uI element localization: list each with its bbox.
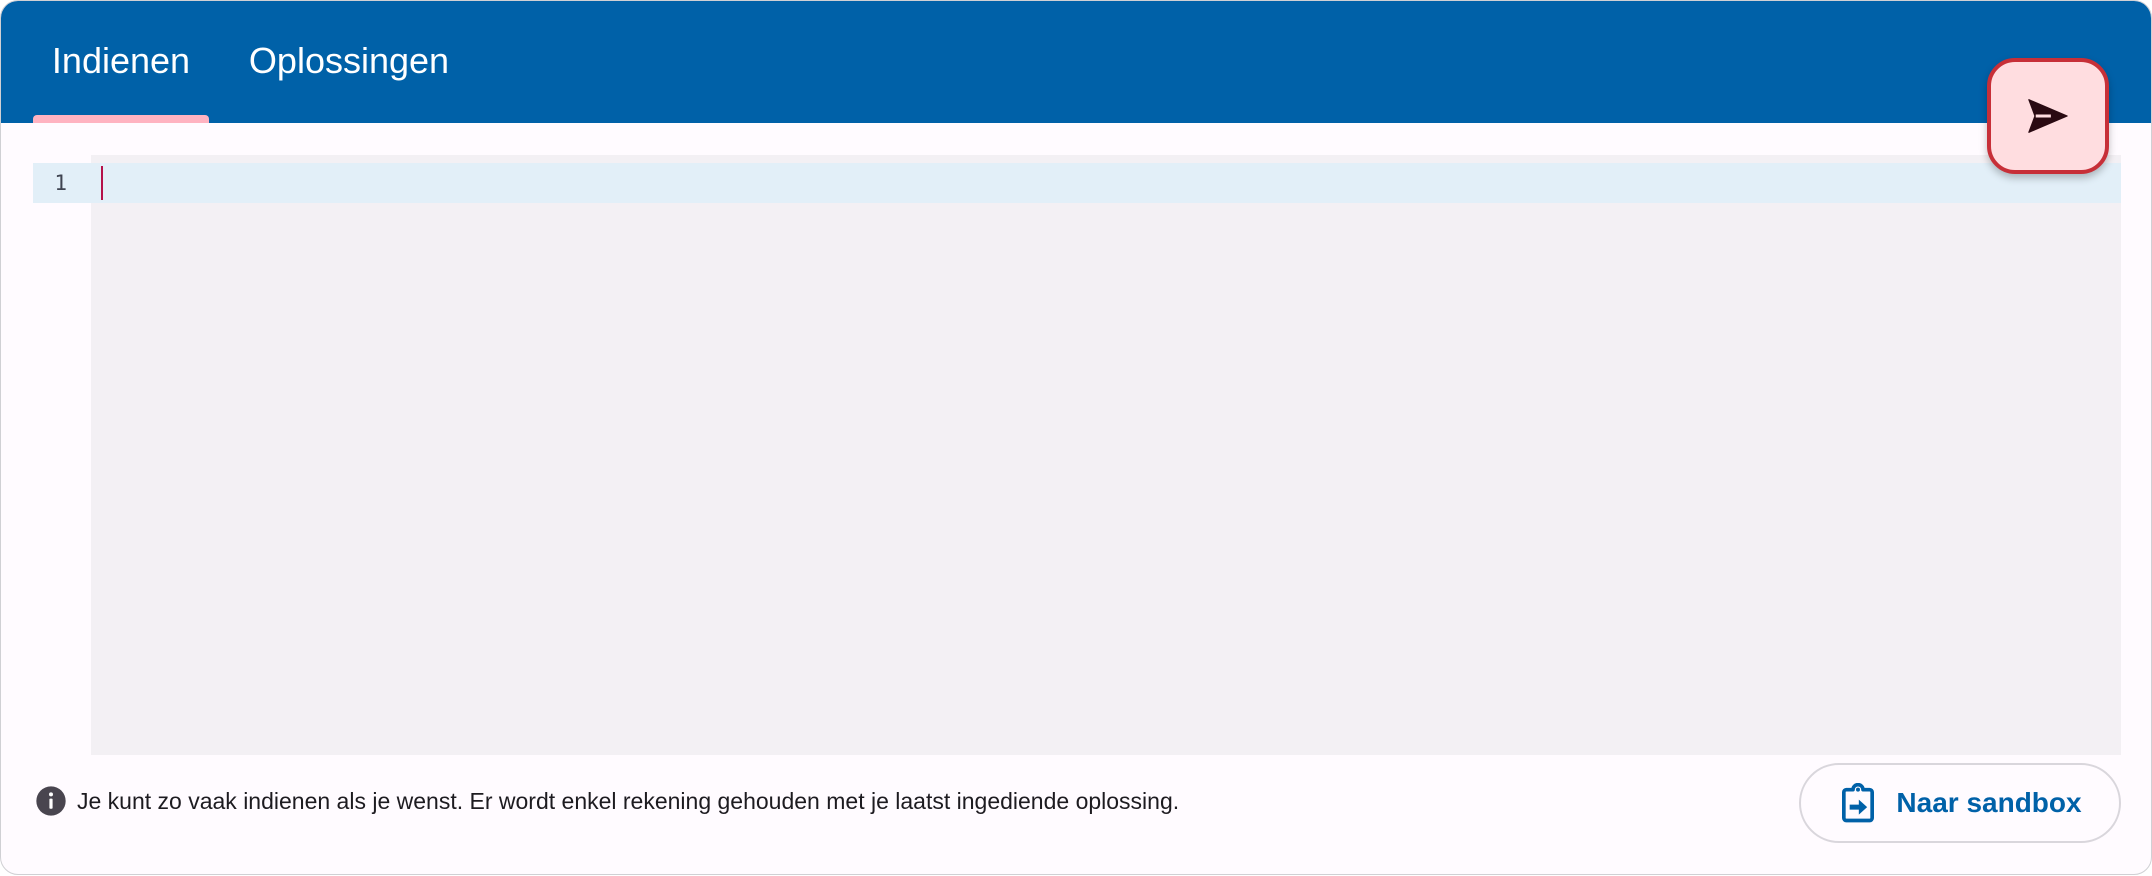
send-icon — [2028, 99, 2068, 133]
naar-sandbox-button[interactable]: Naar sandbox — [1799, 763, 2121, 843]
submit-button[interactable] — [1987, 58, 2109, 174]
active-line-highlight — [33, 163, 2121, 203]
tab-indienen-label: Indienen — [51, 40, 191, 81]
submission-card: Indienen Oplossingen 1 Je kunt zo vaak i… — [0, 0, 2152, 875]
tab-indienen[interactable]: Indienen — [33, 1, 209, 123]
code-input-area[interactable] — [91, 155, 2121, 755]
line-number: 1 — [54, 171, 67, 195]
naar-sandbox-label: Naar sandbox — [1896, 787, 2082, 818]
tab-bar: Indienen Oplossingen — [1, 1, 2151, 123]
line-number-gutter — [33, 155, 91, 755]
tab-oplossingen-label: Oplossingen — [248, 40, 450, 81]
code-editor[interactable]: 1 — [33, 155, 2121, 755]
active-tab-indicator — [33, 115, 209, 123]
info-text: Je kunt zo vaak indienen als je wenst. E… — [77, 787, 1180, 814]
tab-oplossingen[interactable]: Oplossingen — [233, 1, 465, 123]
text-cursor — [101, 166, 103, 200]
clipboard-arrow-icon — [1842, 783, 1875, 823]
info-message: Je kunt zo vaak indienen als je wenst. E… — [35, 785, 1179, 817]
info-icon — [36, 786, 66, 816]
